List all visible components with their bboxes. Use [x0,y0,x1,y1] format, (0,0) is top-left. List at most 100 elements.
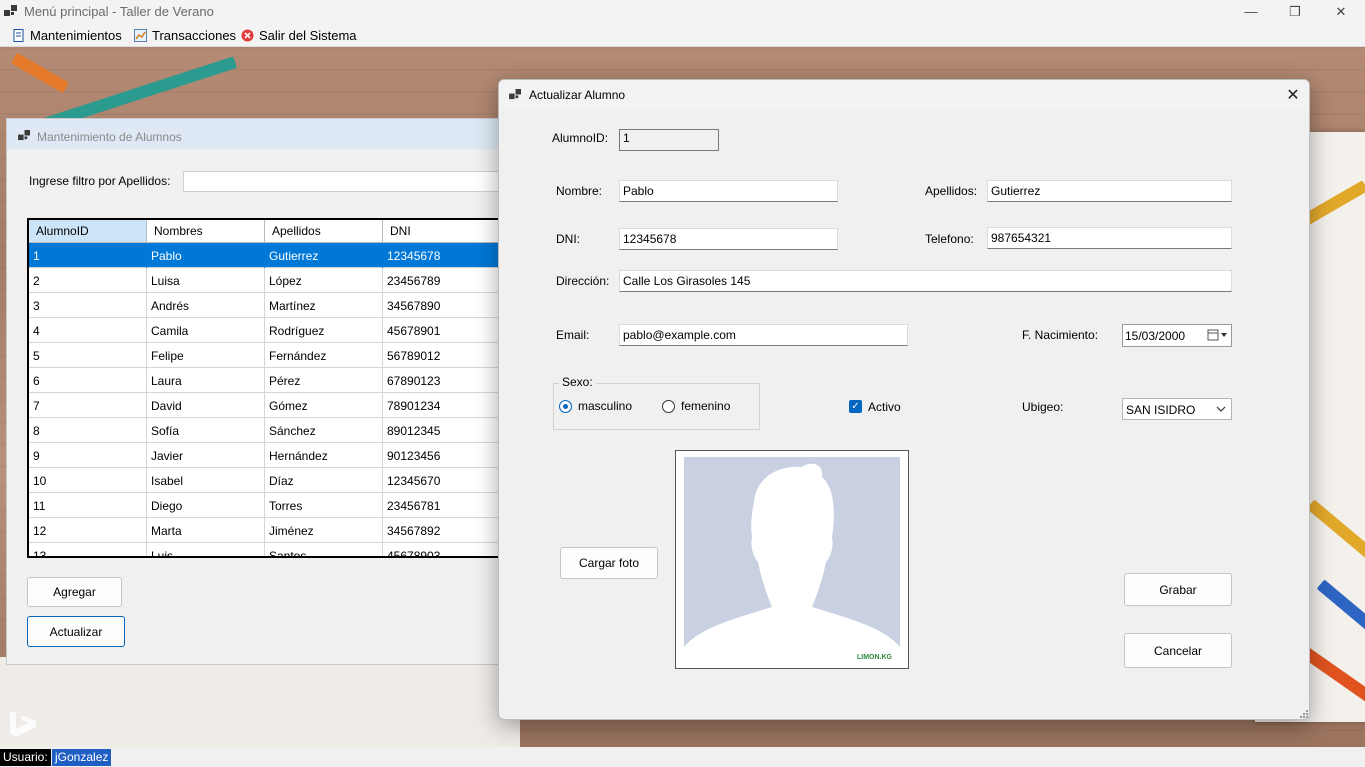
column-header[interactable]: Nombres [147,220,265,243]
ubigeo-value: SAN ISIDRO [1126,403,1196,417]
table-row[interactable]: 9 Javier Hernández 90123456 [29,443,500,468]
sexo-label: Sexo: [559,375,596,389]
table-cell: 45678901 [383,318,500,343]
nombre-label: Nombre: [556,184,603,198]
menu-label: Salir del Sistema [259,27,357,43]
table-cell: Javier [147,443,265,468]
dialog-close-button[interactable]: ✕ [1279,84,1307,106]
table-cell: López [265,268,383,293]
status-user-value: jGonzalez [52,749,112,766]
decor-paper [0,657,520,747]
table-cell: 11 [29,493,147,518]
mantenimiento-title: Mantenimiento de Alumnos [37,130,182,144]
actualizar-button[interactable]: Actualizar [27,616,125,647]
document-icon [13,28,24,42]
calendar-dropdown-icon[interactable] [1207,328,1229,343]
table-cell: Pérez [265,368,383,393]
radio-masculino[interactable]: masculino [559,399,632,413]
close-icon: ✕ [1286,87,1300,104]
table-row[interactable]: 2 Luisa López 23456789 [29,268,500,293]
dialog-title-bar: Actualizar Alumno ✕ [499,80,1309,110]
ubigeo-combobox[interactable]: SAN ISIDRO [1122,398,1232,420]
email-field[interactable]: pablo@example.com [619,324,908,346]
table-row[interactable]: 6 Laura Pérez 67890123 [29,368,500,393]
telefono-field[interactable]: 987654321 [987,227,1232,249]
table-cell: 12345678 [383,243,500,268]
table-cell: Santos [265,543,383,556]
apellidos-label: Apellidos: [925,184,978,198]
table-cell: 5 [29,343,147,368]
table-cell: Jiménez [265,518,383,543]
table-cell: Isabel [147,468,265,493]
main-title-bar: Menú principal - Taller de Verano — ❐ ✕ [0,0,1365,23]
restore-button[interactable]: ❐ [1272,0,1318,23]
actualizar-alumno-dialog: Actualizar Alumno ✕ AlumnoID: 1 Nombre: … [498,79,1310,720]
table-cell: 1 [29,243,147,268]
close-button[interactable]: ✕ [1318,0,1364,23]
column-header[interactable]: DNI [383,220,500,243]
table-row[interactable]: 4 Camila Rodríguez 45678901 [29,318,500,343]
radio-femenino[interactable]: femenino [662,399,730,413]
alumnos-grid[interactable]: AlumnoID Nombres Apellidos DNI 1 Pablo Gut… [27,218,502,558]
table-cell: 89012345 [383,418,500,443]
table-cell: 6 [29,368,147,393]
menu-mantenimientos[interactable]: Mantenimientos [12,23,122,47]
nombre-field[interactable]: Pablo [619,180,838,202]
radio-label: femenino [681,399,731,413]
table-row[interactable]: 8 Sofía Sánchez 89012345 [29,418,500,443]
activo-checkbox[interactable]: ✓ [849,400,862,413]
nacimiento-datepicker[interactable]: 15/03/2000 [1122,324,1232,347]
chart-icon [134,28,147,42]
table-cell: Hernández [265,443,383,468]
table-cell: Felipe [147,343,265,368]
column-header[interactable]: Apellidos [265,220,383,243]
table-cell: Torres [265,493,383,518]
table-row[interactable]: 3 Andrés Martínez 34567890 [29,293,500,318]
table-row[interactable]: 12 Marta Jiménez 34567892 [29,518,500,543]
table-cell: 78901234 [383,393,500,418]
table-cell: 34567892 [383,518,500,543]
app-windows-icon [18,130,30,141]
table-row[interactable]: 1 Pablo Gutierrez 12345678 [29,243,500,268]
table-cell: 2 [29,268,147,293]
table-cell: 4 [29,318,147,343]
table-cell: 13 [29,543,147,556]
table-row[interactable]: 5 Felipe Fernández 56789012 [29,343,500,368]
apellidos-field[interactable]: Gutierrez [987,180,1232,202]
table-cell: 34567890 [383,293,500,318]
minimize-button[interactable]: — [1228,0,1274,23]
grabar-button[interactable]: Grabar [1124,573,1232,606]
table-cell: 23456781 [383,493,500,518]
table-cell: Sánchez [265,418,383,443]
filter-input[interactable] [183,171,513,192]
table-cell: 12 [29,518,147,543]
table-cell: Rodríguez [265,318,383,343]
table-row[interactable]: 10 Isabel Díaz 12345670 [29,468,500,493]
table-cell: Laura [147,368,265,393]
email-label: Email: [556,328,590,342]
direccion-label: Dirección: [556,274,610,288]
resize-grip-icon[interactable] [1299,709,1309,719]
menu-transacciones[interactable]: Transacciones [134,23,236,47]
table-cell: 8 [29,418,147,443]
column-header[interactable]: AlumnoID [29,220,147,243]
table-row[interactable]: 13 Luis Santos 45678903 [29,543,500,556]
app-windows-icon [4,5,17,16]
cargar-foto-button[interactable]: Cargar foto [560,547,658,579]
table-row[interactable]: 7 David Gómez 78901234 [29,393,500,418]
table-cell: Martínez [265,293,383,318]
table-cell: Andrés [147,293,265,318]
table-row[interactable]: 11 Diego Torres 23456781 [29,493,500,518]
table-cell: Marta [147,518,265,543]
menu-salir[interactable]: Salir del Sistema [241,23,357,47]
agregar-button[interactable]: Agregar [27,577,122,607]
menu-label: Mantenimientos [30,27,122,43]
activo-label: Activo [868,400,901,414]
table-cell: David [147,393,265,418]
dni-field[interactable]: 12345678 [619,228,838,250]
cancelar-button[interactable]: Cancelar [1124,633,1232,668]
student-photo: LIMON.KG [684,457,900,665]
table-cell: Díaz [265,468,383,493]
direccion-field[interactable]: Calle Los Girasoles 145 [619,270,1232,292]
telefono-label: Telefono: [925,232,974,246]
